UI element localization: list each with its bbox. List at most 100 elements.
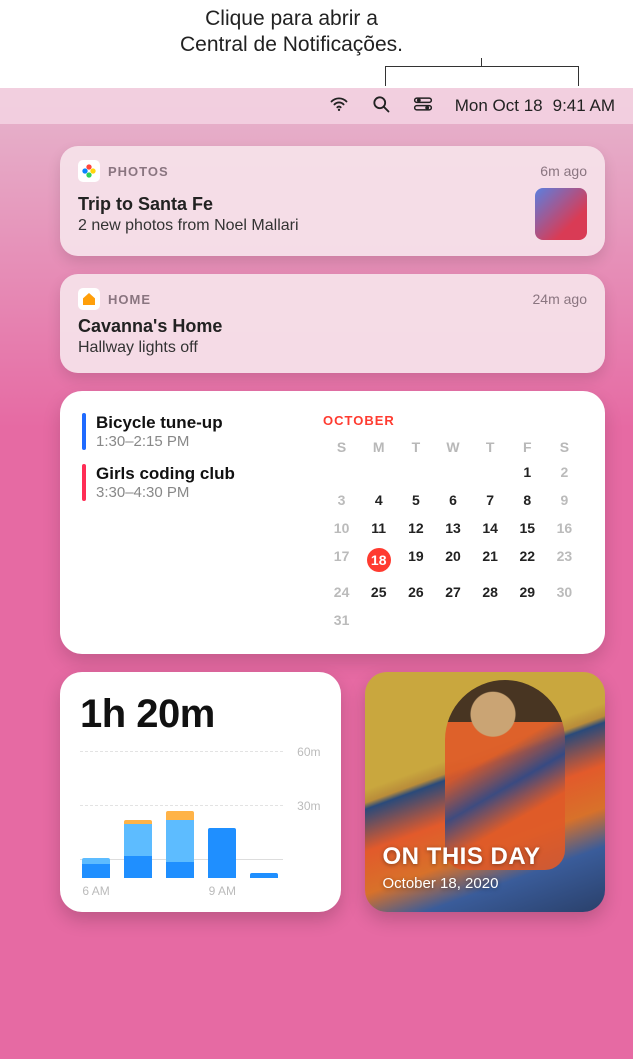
calendar-day[interactable]: 7 [472,486,509,514]
photos-memory-date: October 18, 2020 [383,875,541,892]
event-color-bar [82,413,86,450]
notification-center: PHOTOS 6m ago Trip to Santa Fe 2 new pho… [0,124,633,934]
calendar-day[interactable] [360,458,397,486]
calendar-day[interactable]: 25 [360,578,397,606]
photos-icon [78,160,100,182]
calendar-day[interactable]: 10 [323,514,360,542]
event-time: 1:30–2:15 PM [96,433,223,450]
calendar-day[interactable]: 2 [546,458,583,486]
calendar-day[interactable]: 19 [397,542,434,578]
calendar-day[interactable]: 24 [323,578,360,606]
event-title: Bicycle tune-up [96,413,223,433]
calendar-dow: T [397,436,434,458]
calendar-day[interactable]: 21 [472,542,509,578]
photos-memory-widget[interactable]: ON THIS DAY October 18, 2020 [365,672,606,912]
calendar-day[interactable]: 23 [546,542,583,578]
calendar-month-label: OCTOBER [323,413,583,428]
menu-bar-time: 9:41 AM [553,96,615,116]
calendar-day[interactable]: 20 [434,542,471,578]
calendar-event[interactable]: Girls coding club 3:30–4:30 PM [82,464,305,501]
x-tick [250,884,278,898]
calendar-day[interactable]: 30 [546,578,583,606]
x-tick: 6 AM [82,884,110,898]
screen-time-chart: 60m 30m 6 AM 9 AM [80,747,321,900]
control-center-icon[interactable] [413,94,433,119]
menu-bar-date: Mon Oct 18 [455,96,543,116]
calendar-event[interactable]: Bicycle tune-up 1:30–2:15 PM [82,413,305,450]
notification-time: 24m ago [533,291,587,307]
y-tick: 30m [297,799,320,813]
notification-app-name: HOME [108,292,525,307]
chart-bar [82,858,110,878]
x-tick: 9 AM [208,884,236,898]
calendar-day[interactable]: 28 [472,578,509,606]
calendar-day[interactable]: 8 [509,486,546,514]
calendar-day-today[interactable]: 18 [360,542,397,578]
calendar-grid: SMTWTFS123456789101112131415161718192021… [323,436,583,634]
event-color-bar [82,464,86,501]
menu-bar-clock[interactable]: Mon Oct 18 9:41 AM [455,96,615,116]
calendar-day[interactable]: 9 [546,486,583,514]
calendar-day[interactable]: 27 [434,578,471,606]
event-list: Bicycle tune-up 1:30–2:15 PM Girls codin… [82,413,305,634]
chart-bar [124,820,152,878]
calendar-dow: W [434,436,471,458]
calendar-day[interactable]: 3 [323,486,360,514]
calendar-day[interactable]: 14 [472,514,509,542]
calendar-dow: S [546,436,583,458]
notification-thumbnail [535,188,587,240]
calendar-day[interactable] [472,458,509,486]
calendar-day[interactable]: 6 [434,486,471,514]
notification-subtitle: 2 new photos from Noel Mallari [78,217,523,235]
notification-home[interactable]: HOME 24m ago Cavanna's Home Hallway ligh… [60,274,605,373]
notification-title: Trip to Santa Fe [78,194,523,215]
chart-bar [208,828,236,878]
notification-subtitle: Hallway lights off [78,339,587,357]
calendar-day[interactable]: 12 [397,514,434,542]
chart-bar [250,873,278,878]
photos-memory-title: ON THIS DAY [383,843,541,871]
calendar-day[interactable]: 29 [509,578,546,606]
chart-bar [166,811,194,878]
calendar-day[interactable]: 16 [546,514,583,542]
callout-stem [481,58,482,66]
search-icon[interactable] [371,94,391,119]
notification-photos[interactable]: PHOTOS 6m ago Trip to Santa Fe 2 new pho… [60,146,605,256]
x-tick [166,884,194,898]
y-tick: 60m [297,745,320,759]
event-title: Girls coding club [96,464,235,484]
calendar-day[interactable]: 31 [323,606,360,634]
calendar-widget[interactable]: Bicycle tune-up 1:30–2:15 PM Girls codin… [60,391,605,654]
wifi-icon[interactable] [329,94,349,119]
calendar-day[interactable] [434,458,471,486]
calendar-day[interactable]: 11 [360,514,397,542]
calendar-day[interactable] [323,458,360,486]
calendar-day[interactable]: 13 [434,514,471,542]
calendar-dow: M [360,436,397,458]
home-icon [78,288,100,310]
callout-text: Clique para abrir aCentral de Notificaçõ… [0,6,633,59]
calendar-day[interactable] [397,458,434,486]
screen-time-total: 1h 20m [80,692,321,737]
screen-time-widget[interactable]: 1h 20m 60m 30m 6 AM 9 AM [60,672,341,912]
calendar-day[interactable]: 1 [509,458,546,486]
callout-bracket [385,66,579,86]
desktop: Mon Oct 18 9:41 AM PHOTOS 6m ago Trip to… [0,88,633,1059]
notification-time: 6m ago [540,163,587,179]
calendar-dow: T [472,436,509,458]
calendar-day[interactable]: 17 [323,542,360,578]
calendar-dow: F [509,436,546,458]
calendar-day[interactable]: 15 [509,514,546,542]
calendar-day[interactable]: 22 [509,542,546,578]
notification-title: Cavanna's Home [78,316,587,337]
menu-bar: Mon Oct 18 9:41 AM [0,88,633,124]
calendar-dow: S [323,436,360,458]
event-time: 3:30–4:30 PM [96,484,235,501]
photo-thumbnail [445,680,565,870]
month-calendar: OCTOBER SMTWTFS1234567891011121314151617… [323,413,583,634]
x-tick [124,884,152,898]
calendar-day[interactable]: 5 [397,486,434,514]
calendar-day[interactable]: 26 [397,578,434,606]
calendar-day[interactable]: 4 [360,486,397,514]
notification-app-name: PHOTOS [108,164,532,179]
